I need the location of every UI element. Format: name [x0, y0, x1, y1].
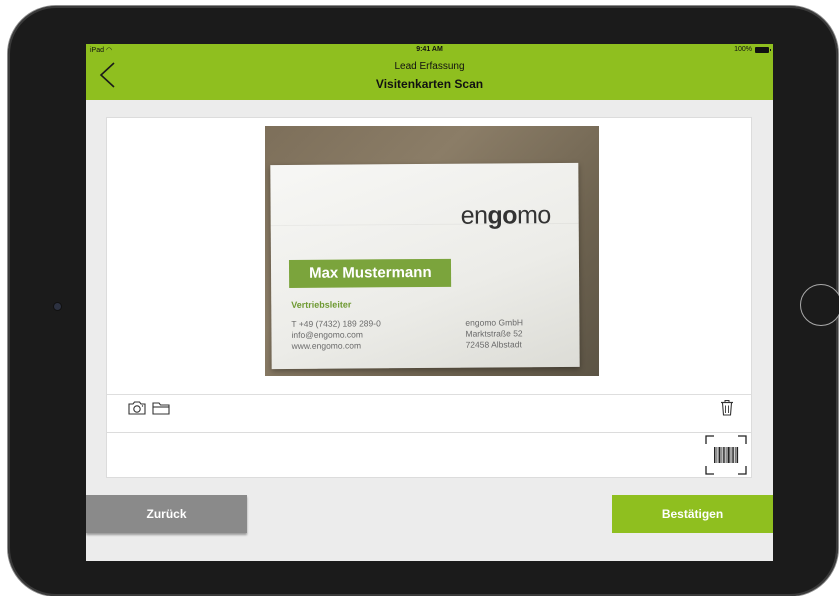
card-contact: T +49 (7432) 189 289-0 info@engomo.com w… [291, 318, 381, 352]
panel-divider [107, 394, 751, 395]
card-phone: T +49 (7432) 189 289-0 [291, 318, 381, 329]
card-email: info@engomo.com [291, 329, 363, 340]
card-address: engomo GmbH Marktstraße 52 72458 Albstad… [465, 317, 523, 350]
page-title: Visitenkarten Scan [375, 77, 484, 91]
folder-icon[interactable] [151, 399, 171, 417]
battery-icon [755, 46, 771, 53]
battery-percent: 100% [734, 46, 752, 53]
back-button[interactable]: Zurück [86, 495, 247, 533]
barcode-panel [106, 432, 752, 478]
card-city: 72458 Albstadt [465, 339, 522, 350]
app-screen: iPad ◠ 9:41 AM 100% Lead Erfassung Visit… [86, 44, 773, 561]
business-card-photo[interactable]: engomo Max Mustermann Vertriebsleiter T … [265, 126, 599, 376]
camera-icon[interactable] [127, 399, 147, 417]
status-battery: 100% [734, 46, 771, 53]
barcode-scan-icon[interactable] [705, 435, 747, 475]
home-button[interactable] [800, 284, 839, 326]
card-street: Marktstraße 52 [465, 328, 523, 339]
company-logo: engomo [460, 201, 551, 230]
card-website: www.engomo.com [291, 340, 362, 351]
card-job-title: Vertriebsleiter [291, 299, 352, 310]
status-time: 9:41 AM [416, 46, 443, 53]
navigation-bar: iPad ◠ 9:41 AM 100% Lead Erfassung Visit… [86, 44, 773, 100]
business-card-panel: engomo Max Mustermann Vertriebsleiter T … [106, 117, 752, 471]
confirm-button[interactable]: Bestätigen [612, 495, 773, 533]
nav-subtitle: Lead Erfassung [394, 61, 465, 72]
card-name: Max Mustermann [288, 258, 452, 288]
front-camera [54, 303, 61, 310]
trash-icon[interactable] [717, 399, 737, 417]
business-card: engomo Max Mustermann Vertriebsleiter T … [270, 162, 580, 370]
card-company: engomo GmbH [465, 317, 524, 328]
